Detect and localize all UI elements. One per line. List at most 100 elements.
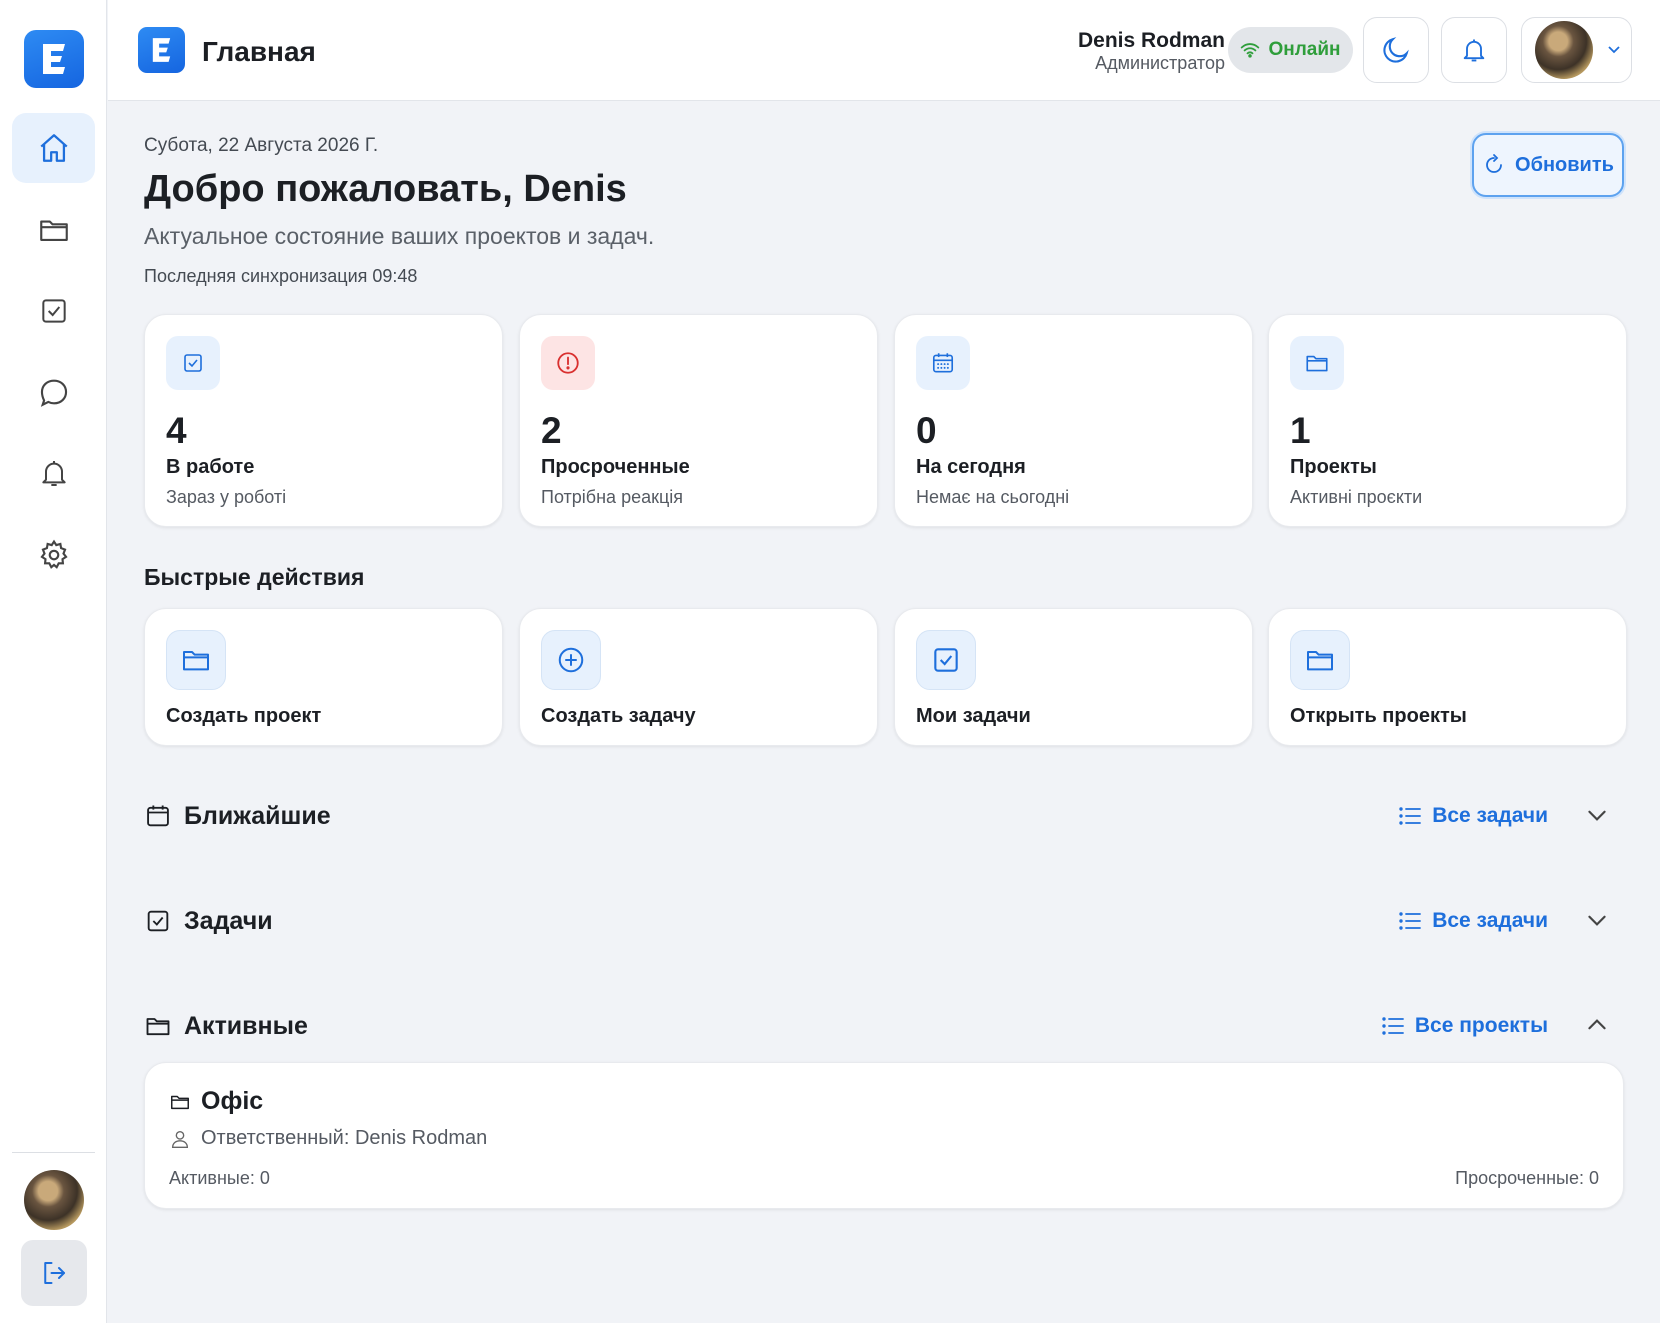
last-sync: Последняя синхронизация 09:48 [144, 266, 418, 286]
stat-value: 0 [916, 410, 937, 451]
header-user-name: Denis Rodman [1077, 29, 1225, 52]
project-name-text: Офіс [201, 1087, 264, 1115]
project-owner-text: Ответственный: Denis Rodman [201, 1127, 488, 1149]
all-tasks-link[interactable]: Все задачи [1398, 804, 1548, 828]
create-task-button[interactable]: Создать задачу [519, 608, 878, 746]
folder-icon [171, 1095, 189, 1109]
project-owner: Ответственный: Denis Rodman [169, 1127, 487, 1150]
user-icon [171, 1130, 189, 1148]
section-title: Задачи [184, 907, 273, 935]
header-logo[interactable] [138, 27, 185, 73]
logo-e-icon [152, 38, 171, 62]
checkbox-icon [41, 299, 66, 323]
stat-value: 1 [1290, 410, 1311, 451]
app-logo[interactable] [24, 30, 84, 88]
refresh-icon [1486, 154, 1502, 173]
stat-value: 2 [541, 410, 562, 451]
action-label: Создать задачу [541, 705, 696, 727]
stat-icon-box [1290, 336, 1344, 390]
chevron-down-icon[interactable] [1584, 802, 1610, 828]
sidebar-divider [12, 1152, 95, 1153]
stat-subtitle: Немає на сьогодні [916, 487, 1070, 507]
folder-icon [183, 651, 209, 671]
link-label: Все проекты [1414, 1014, 1548, 1037]
action-label: Открыть проекты [1290, 705, 1467, 727]
list-icon [1399, 912, 1422, 930]
action-icon-box [916, 630, 976, 690]
section-tasks[interactable]: Задачи Все задачи [144, 901, 1624, 941]
wifi-icon [1241, 43, 1260, 58]
bell-icon [1463, 39, 1485, 62]
stat-icon-box [916, 336, 970, 390]
section-title: Ближайшие [184, 802, 331, 830]
chat-icon [40, 379, 67, 407]
stat-card-projects[interactable]: 1 Проекты Активні проєкти [1268, 314, 1627, 527]
link-label: Все задачи [1432, 804, 1548, 827]
header-user-role: Администратор [1095, 53, 1225, 73]
stat-label: В работе [166, 456, 255, 478]
stat-card-overdue[interactable]: 2 Просроченные Потрібна реакція [519, 314, 878, 527]
section-upcoming[interactable]: Ближайшие Все задачи [144, 796, 1624, 836]
folder-icon [1306, 355, 1328, 372]
header-avatar [1535, 21, 1593, 79]
stat-subtitle: Активні проєкти [1290, 487, 1423, 507]
moon-icon [1383, 37, 1409, 63]
project-active-count: Активные: 0 [169, 1168, 270, 1188]
stat-subtitle: Потрібна реакція [541, 487, 684, 507]
sidebar-item-notifications[interactable] [12, 438, 95, 508]
action-label: Мои задачи [916, 705, 1031, 727]
page-title: Главная [202, 36, 316, 67]
profile-menu-button[interactable] [1521, 17, 1632, 83]
sidebar [0, 0, 107, 1323]
logout-icon [44, 1262, 65, 1284]
quick-actions-title: Быстрые действия [144, 564, 365, 590]
calendar-icon [147, 805, 169, 827]
stat-icon-box [541, 336, 595, 390]
sidebar-item-chat[interactable] [12, 357, 95, 427]
status-text: Онлайн [1268, 39, 1341, 60]
stat-icon-box [166, 336, 220, 390]
chevron-down-icon[interactable] [1584, 907, 1610, 933]
chevron-up-icon[interactable] [1584, 1012, 1610, 1038]
my-tasks-button[interactable]: Мои задачи [894, 608, 1253, 746]
list-icon [1399, 807, 1422, 825]
refresh-button[interactable]: Обновить [1472, 133, 1624, 197]
refresh-label: Обновить [1515, 153, 1614, 176]
top-header: Главная Denis Rodman Администратор Онлай… [108, 0, 1660, 101]
link-label: Все задачи [1432, 909, 1548, 932]
stat-label: Просроченные [541, 456, 690, 478]
home-icon [39, 134, 68, 162]
stat-value: 4 [166, 410, 187, 451]
sidebar-item-projects[interactable] [12, 195, 95, 265]
checkbox-icon [184, 354, 202, 372]
sidebar-item-tasks[interactable] [12, 276, 95, 346]
section-active-projects[interactable]: Активные Все проекты [144, 1006, 1624, 1046]
open-projects-button[interactable]: Открыть проекты [1268, 608, 1627, 746]
status-badge: Онлайн [1228, 27, 1353, 73]
sidebar-item-settings[interactable] [12, 520, 95, 590]
sidebar-avatar[interactable] [24, 1170, 84, 1230]
folder-icon [1307, 651, 1333, 671]
logout-button[interactable] [21, 1240, 87, 1306]
create-project-button[interactable]: Создать проект [144, 608, 503, 746]
project-overdue-count: Просроченные: 0 [1455, 1168, 1599, 1188]
plus-circle-icon [558, 647, 584, 673]
bell-icon [41, 461, 66, 486]
checkbox-icon [934, 648, 958, 672]
welcome-heading: Добро пожаловать, Denis [144, 168, 627, 210]
folder-icon [146, 1018, 170, 1036]
project-card[interactable]: Офіс Ответственный: Denis Rodman Активны… [144, 1062, 1624, 1209]
theme-toggle-button[interactable] [1363, 17, 1429, 83]
sidebar-item-home[interactable] [12, 113, 95, 183]
list-icon [1382, 1017, 1404, 1035]
action-icon-box [1290, 630, 1350, 690]
notifications-button[interactable] [1441, 17, 1507, 83]
calendar-icon [932, 353, 954, 373]
all-tasks-link[interactable]: Все задачи [1398, 909, 1548, 933]
stat-subtitle: Зараз у роботі [166, 487, 287, 507]
section-title: Активные [184, 1012, 308, 1040]
all-projects-link[interactable]: Все проекты [1381, 1014, 1548, 1038]
logo-e-icon [43, 44, 65, 74]
stat-card-in-progress[interactable]: 4 В работе Зараз у роботі [144, 314, 503, 527]
stat-card-today[interactable]: 0 На сегодня Немає на сьогодні [894, 314, 1253, 527]
